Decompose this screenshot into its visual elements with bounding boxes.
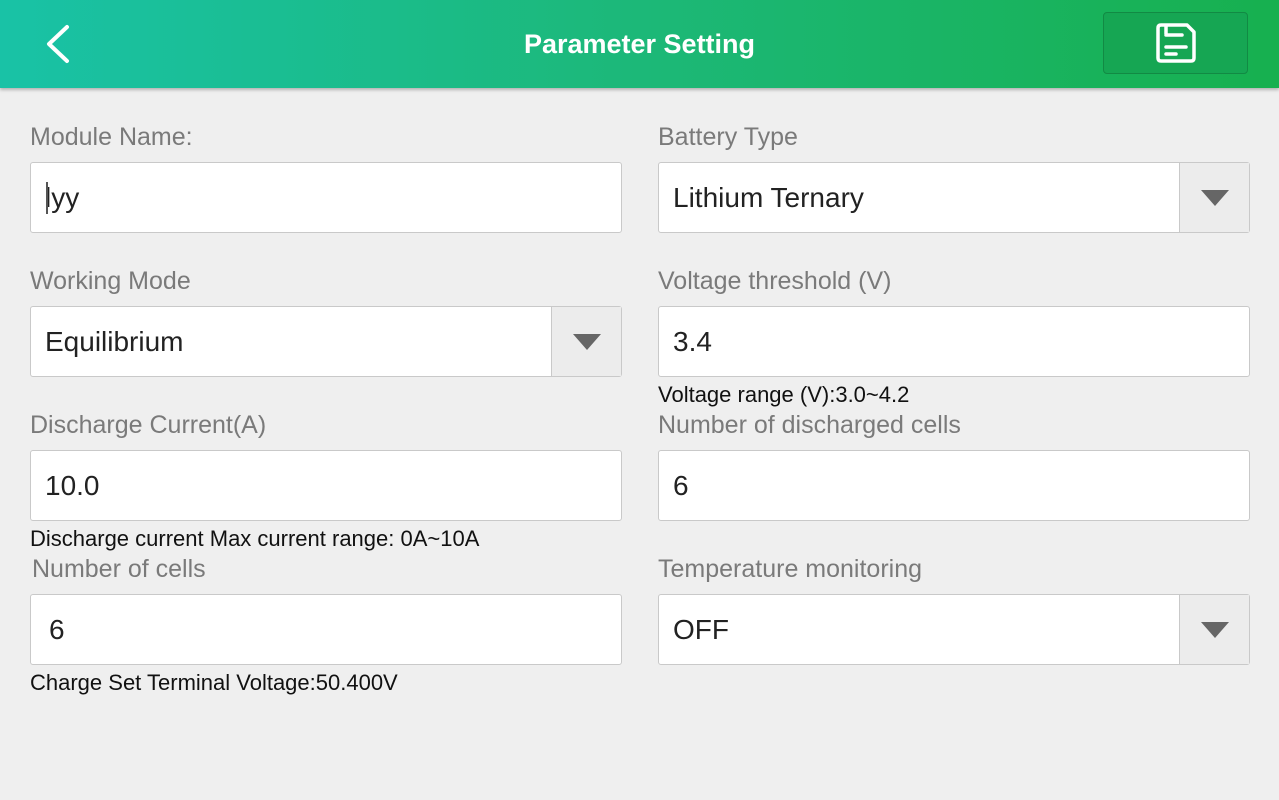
discharge-current-input[interactable]: 10.0 xyxy=(30,450,622,521)
text-cursor xyxy=(46,182,48,214)
temperature-monitoring-dropdown-button[interactable] xyxy=(1179,595,1249,664)
save-document-icon xyxy=(1155,23,1196,63)
triangle-down-icon xyxy=(1200,621,1229,638)
voltage-threshold-value: 3.4 xyxy=(673,325,712,357)
page-title: Parameter Setting xyxy=(523,29,756,59)
chevron-left-icon xyxy=(47,25,69,63)
temperature-monitoring-label: Temperature monitoring xyxy=(658,555,923,583)
working-mode-label: Working Mode xyxy=(30,267,191,295)
module-name-label: Module Name: xyxy=(30,123,193,151)
working-mode-value: Equilibrium xyxy=(45,325,184,357)
number-of-cells-input[interactable]: 6 xyxy=(30,594,622,665)
module-name-input[interactable]: lyy xyxy=(30,162,622,233)
discharged-cells-value: 6 xyxy=(673,469,689,501)
voltage-range-hint: Voltage range (V):3.0~4.2 xyxy=(658,382,910,407)
battery-type-value: Lithium Ternary xyxy=(673,181,864,213)
discharge-current-value: 10.0 xyxy=(45,469,100,501)
battery-type-dropdown-button[interactable] xyxy=(1179,163,1249,232)
charge-terminal-voltage-hint: Charge Set Terminal Voltage:50.400V xyxy=(30,670,398,695)
number-of-cells-value: 6 xyxy=(49,613,65,645)
save-button[interactable] xyxy=(1103,12,1248,74)
working-mode-select[interactable]: Equilibrium xyxy=(30,306,622,377)
module-name-value: lyy xyxy=(45,181,80,213)
back-button[interactable] xyxy=(28,14,88,74)
working-mode-dropdown-button[interactable] xyxy=(551,307,621,376)
voltage-threshold-label: Voltage threshold (V) xyxy=(658,267,892,295)
discharged-cells-input[interactable]: 6 xyxy=(658,450,1250,521)
battery-type-label: Battery Type xyxy=(658,123,798,151)
discharge-current-label: Discharge Current(A) xyxy=(30,411,267,439)
discharged-cells-label: Number of discharged cells xyxy=(658,411,961,439)
temperature-monitoring-select[interactable]: OFF xyxy=(658,594,1250,665)
discharge-current-hint: Discharge current Max current range: 0A~… xyxy=(30,526,480,551)
temperature-monitoring-value: OFF xyxy=(673,613,729,645)
battery-type-select[interactable]: Lithium Ternary xyxy=(658,162,1250,233)
top-bar: Parameter Setting xyxy=(0,0,1279,88)
triangle-down-icon xyxy=(1200,189,1229,206)
voltage-threshold-input[interactable]: 3.4 xyxy=(658,306,1250,377)
triangle-down-icon xyxy=(572,333,601,350)
number-of-cells-label: Number of cells xyxy=(32,555,206,583)
